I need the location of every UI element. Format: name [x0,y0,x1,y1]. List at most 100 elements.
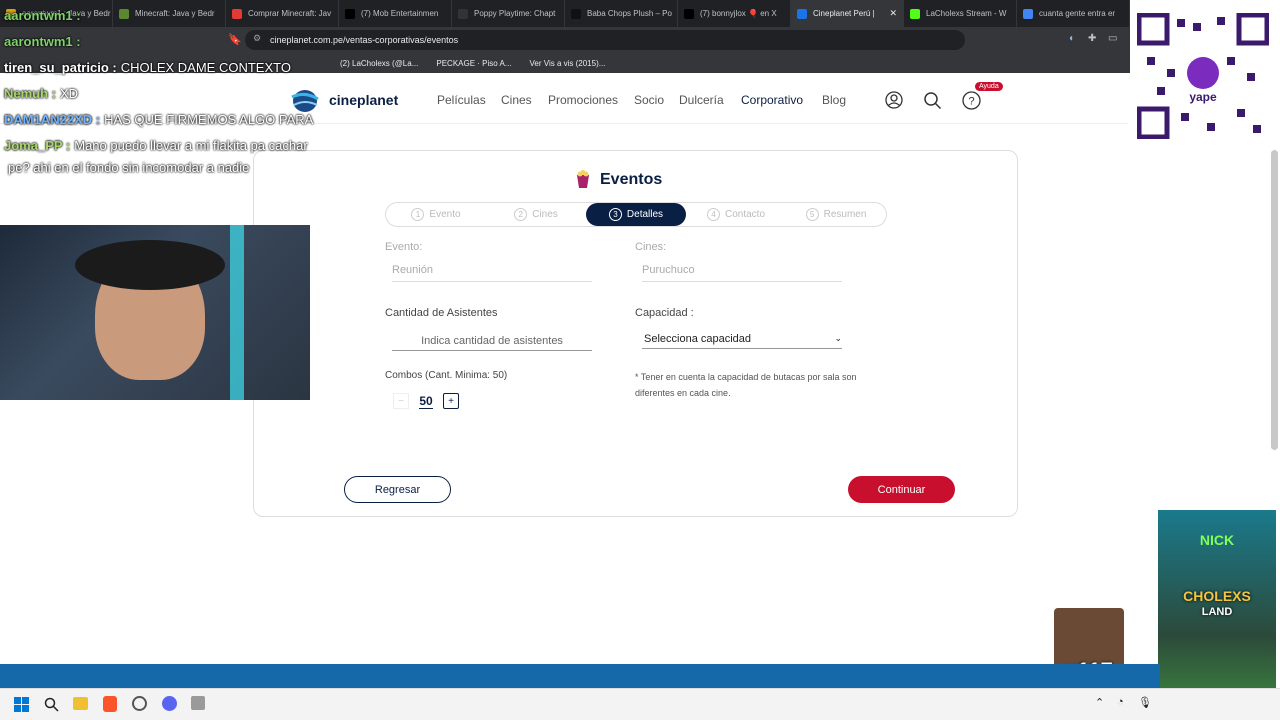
browser-tab[interactable]: Comprar Minecraft: Jav [226,0,339,27]
site-info-icon[interactable]: ⚙ [253,33,261,44]
help-icon[interactable]: ? [962,91,981,113]
chat-message: aarontwm1 : [4,34,85,49]
browser-tab[interactable]: LaCholexs Stream - W [904,0,1017,27]
tab-favicon-icon [119,8,129,19]
nav-cines[interactable]: Cines [501,93,532,107]
chat-message: Nemuh : XD [4,86,78,101]
tab-favicon-icon [1023,8,1033,19]
close-tab-icon[interactable]: ✕ [889,8,897,19]
step-indicator: 1 Evento 2 Cines 3 Detalles 4 Contacto 5 Resu… [385,202,887,227]
chat-username: Nemuh : [4,86,56,101]
windows-start-icon[interactable] [14,697,29,715]
nav-promociones[interactable]: Promociones [548,93,618,107]
nav-blog[interactable]: Blog [822,93,846,107]
network-icon[interactable]: ◔ [1117,696,1124,708]
cineplanet-logo-icon[interactable] [290,87,320,113]
continue-button[interactable]: Continuar [848,476,955,503]
step-contacto[interactable]: 4 Contacto [686,203,786,226]
chat-message: Joma_PP : Mano puedo llevar a mi flakita … [4,138,308,153]
chat-text: Mano puedo llevar a mi flakita pa cachar [74,138,308,153]
bookmark-item[interactable]: (2) LaCholexs (@La... [340,59,418,68]
browser-tab[interactable]: cuanta gente entra er [1017,0,1130,27]
chat-username: Joma_PP : [4,138,71,153]
browser-tab[interactable]: (7) Mob Entertainmen [339,0,452,27]
discord-icon[interactable] [162,696,177,711]
file-explorer-icon[interactable] [73,697,88,710]
asistentes-label: Cantidad de Asistentes [385,307,498,319]
user-icon[interactable] [885,91,903,112]
form-title: Eventos [600,171,663,188]
back-button[interactable]: Regresar [344,476,451,503]
step-number: 5 [805,208,819,221]
nav-peliculas[interactable]: Películas [437,93,486,107]
tab-label: (7) Mob Entertainmen [361,9,439,18]
svg-text:yape: yape [1189,90,1217,104]
microphone-icon[interactable]: 🎙 [1138,696,1152,709]
step-number: 3 [608,208,622,221]
tab-favicon-icon [910,8,920,19]
cines-label: Cines: [635,241,667,253]
step-label: Detalles [626,209,664,220]
chat-text: CHOLEX DAME CONTEXTO [120,60,291,75]
webcam-feed [0,225,310,400]
chevron-up-icon[interactable]: ⌃ [1095,696,1104,709]
nav-corporativo[interactable]: Corporativo [741,93,803,107]
sidebar-icon[interactable]: ▭ [1108,33,1117,44]
tab-label: Minecraft: Java y Bedr [135,9,215,18]
nav-dulceria[interactable]: Dulcería [679,93,724,107]
browser-tab-bar: aarontwm1 : Java y Bedr Minecraft: Java y… [0,0,1130,27]
popcorn-icon [574,169,592,189]
bookmark-icon[interactable]: 🔖 [228,33,242,46]
step-evento[interactable]: 1 Evento [386,203,486,226]
browser-tab[interactable]: Baba Chops Plush – Po [565,0,678,27]
search-icon[interactable] [44,697,59,715]
browser-tab[interactable]: (7) bonnyjlox 🎈 en X [678,0,791,27]
brave-browser-icon[interactable] [103,696,117,712]
stream-bottom-bar [0,664,1160,688]
step-resumen[interactable]: 5 Resumen [786,203,886,226]
evento-value: Reunión [392,264,433,276]
page-scrollbar[interactable] [1271,150,1278,450]
browser-tab[interactable]: Cineplanet Perú | ✕ [791,0,904,27]
capacidad-label: Capacidad : [635,307,694,319]
nav-socio[interactable]: Socio [634,93,664,107]
obs-icon[interactable] [132,696,147,711]
tab-label: Baba Chops Plush – Po [587,9,672,18]
chat-message: pe? ahi en el fondo sin incomodar a nadi… [4,160,249,175]
address-bar: 🔖 ⚙ cineplanet.com.pe/ventas-corporativa… [0,27,1130,53]
promo-text: CHOLEXS [1183,588,1251,604]
puzzle-icon[interactable]: ✚ [1088,33,1096,44]
bookmark-item[interactable]: Ver Vis a vis (2015)... [530,59,606,68]
browser-tab[interactable]: Poppy Playtime: Chapt [452,0,565,27]
step-cines[interactable]: 2 Cines [486,203,586,226]
bookmark-item[interactable]: PECKAGE · Piso A... [436,59,511,68]
search-icon[interactable] [923,91,942,113]
step-label: Evento [429,209,461,220]
evento-underline [392,281,592,282]
capacidad-select[interactable]: Selecciona capacidad ⌄ [642,329,842,349]
url-field[interactable]: ⚙ cineplanet.com.pe/ventas-corporativas/… [245,30,965,50]
evento-label: Evento: [385,241,423,253]
tab-favicon-icon [571,8,581,19]
extension-icon[interactable]: ◖ [1068,33,1074,44]
step-detalles[interactable]: 3 Detalles [586,203,686,226]
combos-value[interactable]: 50 [419,394,433,409]
url-text: cineplanet.com.pe/ventas-corporativas/ev… [270,35,459,45]
combos-stepper: − 50 + [393,392,459,410]
cines-underline [642,281,842,282]
help-badge: Ayuda [975,82,1003,91]
chevron-down-icon: ⌄ [834,333,842,343]
app-icon[interactable] [191,696,205,710]
cines-value: Puruchuco [642,264,695,276]
site-logo-text[interactable]: cineplanet [329,92,398,108]
chat-text: pe? ahi en el fondo sin incomodar a nadi… [8,160,250,175]
tab-favicon-icon [797,8,807,19]
asistentes-input[interactable]: Indica cantidad de asistentes [392,331,592,351]
combos-plus-button[interactable]: + [442,393,459,409]
step-label: Contacto [724,209,766,220]
combos-minus-button[interactable]: − [393,393,409,409]
browser-tab[interactable]: Minecraft: Java y Bedr [113,0,226,27]
yape-qr-code: yape [1136,12,1270,140]
capacidad-selected: Selecciona capacidad [644,332,752,345]
chat-message: aarontwm1 : [4,8,85,23]
